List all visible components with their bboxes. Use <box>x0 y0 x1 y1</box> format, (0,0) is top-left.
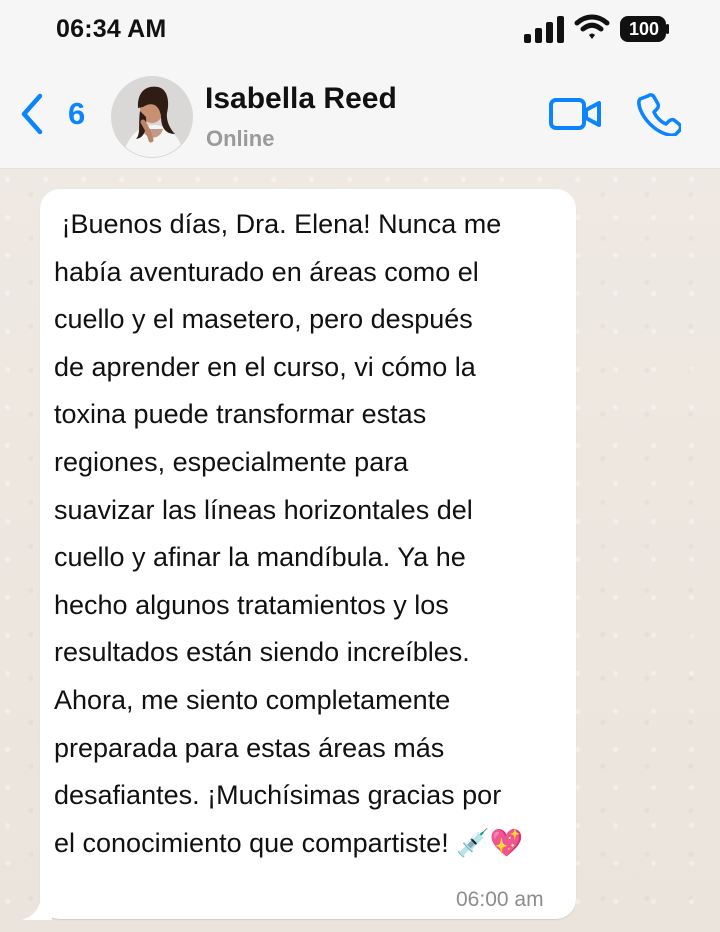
profile-photo <box>112 77 192 157</box>
unread-count: 6 <box>68 96 86 131</box>
wifi-icon <box>574 14 610 39</box>
status-bar-time: 06:34 AM <box>56 15 167 43</box>
chevron-left-icon <box>21 93 43 135</box>
back-button[interactable]: 6 <box>16 92 106 140</box>
contact-status: Online <box>206 126 275 151</box>
video-camera-icon[interactable] <box>548 96 602 132</box>
cellular-signal-icon <box>524 16 564 43</box>
contact-name[interactable]: Isabella Reed <box>205 82 397 116</box>
battery-level: 100 <box>628 19 660 39</box>
chat-header: 06:34 AM 100 6 Isabella Reed Online <box>0 0 720 169</box>
message-timestamp: 06:00 am <box>456 888 544 911</box>
message-text: ¡Buenos días, Dra. Elena! Nunca me había… <box>54 209 524 858</box>
avatar[interactable] <box>111 76 193 158</box>
bubble-tail <box>22 892 52 920</box>
phone-icon[interactable] <box>637 92 681 136</box>
